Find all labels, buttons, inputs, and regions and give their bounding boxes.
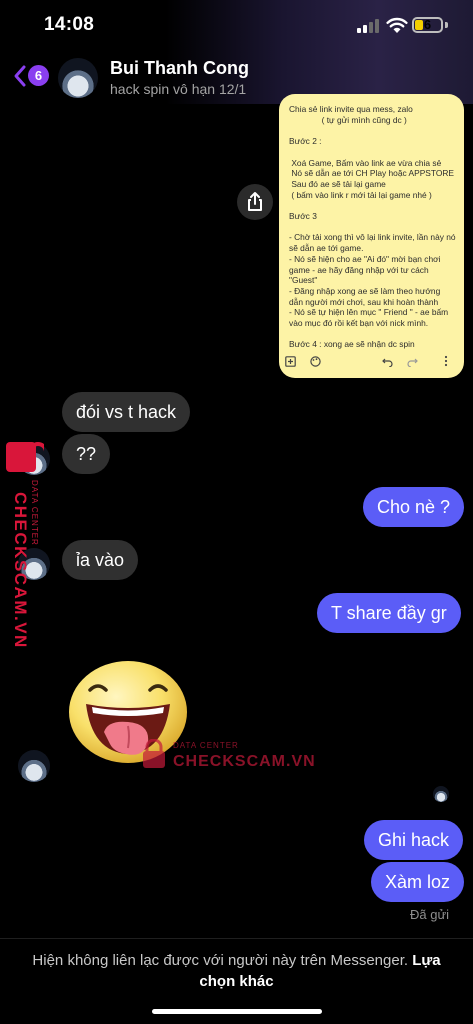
share-button[interactable] xyxy=(237,184,273,220)
message-incoming[interactable]: đói vs t hack xyxy=(62,392,191,432)
message-incoming[interactable]: ?? xyxy=(62,434,111,474)
message-outgoing[interactable]: Ghi hack xyxy=(364,820,464,860)
battery-cap xyxy=(445,22,448,28)
back-chevron-icon[interactable] xyxy=(12,64,28,88)
shared-note-image[interactable]: Chia sẻ link invite qua mess, zalo ( tự … xyxy=(279,94,464,378)
contact-subtitle[interactable]: hack spin vô hạn 12/1 xyxy=(110,81,246,97)
sent-status: Đã gửi xyxy=(410,907,450,922)
footer-divider xyxy=(0,938,473,939)
redo-icon xyxy=(407,358,418,367)
watermark-tag: DATA CENTER xyxy=(30,480,39,546)
watermark-tag: DATA CENTER xyxy=(173,741,239,750)
battery-level: 6 xyxy=(423,17,432,32)
unavailable-notice: Hiện không liên lạc được với người này t… xyxy=(20,950,453,992)
note-toolbar xyxy=(279,352,464,374)
lock-icon xyxy=(143,739,165,768)
contact-avatar[interactable] xyxy=(58,58,98,98)
signal-icon xyxy=(357,19,381,33)
read-receipt-avatar xyxy=(433,786,449,802)
message-outgoing[interactable]: Cho nè ? xyxy=(363,487,465,527)
unread-badge[interactable]: 6 xyxy=(28,65,49,86)
watermark-center: DATA CENTER CHECKSCAM.VN xyxy=(140,735,315,775)
message-outgoing[interactable]: T share đầy gr xyxy=(317,593,461,633)
watermark-brand: CHECKSCAM.VN xyxy=(173,753,316,770)
contact-name[interactable]: Bui Thanh Cong xyxy=(110,58,249,79)
palette-icon xyxy=(310,356,321,367)
unavailable-text: Hiện không liên lạc được với người này t… xyxy=(32,952,409,969)
home-indicator[interactable] xyxy=(152,1009,322,1014)
sender-avatar[interactable] xyxy=(18,750,50,782)
message-outgoing[interactable]: Xàm loz xyxy=(371,862,465,902)
more-icon xyxy=(444,355,448,367)
note-text: Chia sẻ link invite qua mess, zalo ( tự … xyxy=(289,104,456,350)
message-incoming[interactable]: ỉa vào xyxy=(62,540,139,580)
status-bar: 14:08 6 xyxy=(0,0,473,52)
wifi-icon xyxy=(386,17,408,33)
undo-icon xyxy=(382,358,393,367)
watermark-brand: CHECKSCAM.VN xyxy=(11,492,30,649)
battery-icon: 6 xyxy=(412,17,443,33)
add-box-icon xyxy=(285,356,296,367)
lock-icon xyxy=(6,442,44,472)
status-time: 14:08 xyxy=(44,14,95,35)
share-icon xyxy=(248,192,262,211)
watermark-vertical: CHECKSCAM.VN DATA CENTER xyxy=(4,440,44,649)
